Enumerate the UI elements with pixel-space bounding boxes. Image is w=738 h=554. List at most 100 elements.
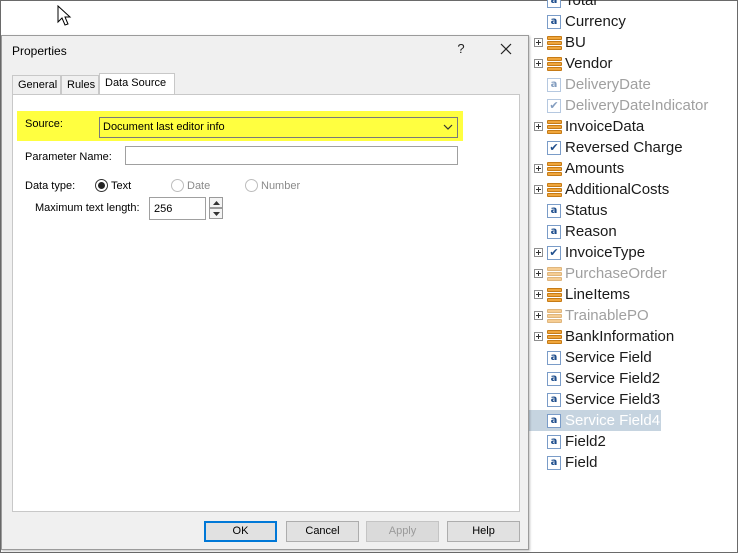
spin-down-icon	[213, 212, 220, 216]
spin-up-button[interactable]	[209, 197, 223, 208]
data-type-date-radio[interactable]	[171, 179, 184, 192]
group-icon	[547, 309, 562, 323]
close-icon[interactable]	[496, 38, 516, 60]
tree-item[interactable]: ✔ Reversed Charge	[529, 137, 738, 158]
tree-item[interactable]: Amounts	[529, 158, 738, 179]
tree-item[interactable]: a Service Field	[529, 347, 738, 368]
tree-item[interactable]: LineItems	[529, 284, 738, 305]
data-type-number-radio[interactable]	[245, 179, 258, 192]
text-field-icon: a	[547, 225, 561, 239]
mouse-cursor-icon	[57, 5, 72, 26]
data-type-date-label: Date	[187, 180, 211, 192]
tree-item-label: Service Field2	[565, 370, 661, 387]
expand-icon[interactable]	[534, 311, 543, 320]
text-field-icon: a	[547, 372, 561, 386]
text-field-icon: a	[547, 393, 561, 407]
help-icon[interactable]: ?	[454, 41, 468, 56]
source-dropdown[interactable]: Document last editor info	[99, 117, 458, 138]
spin-down-button[interactable]	[209, 208, 223, 219]
tree-item[interactable]: a Reason	[529, 221, 738, 242]
expand-icon[interactable]	[534, 248, 543, 257]
tree-item[interactable]: AdditionalCosts	[529, 179, 738, 200]
group-icon	[547, 183, 562, 197]
tree-item-label: Reason	[565, 223, 617, 240]
tree-item-label: InvoiceType	[565, 244, 646, 261]
tree-item-label: Field	[565, 454, 598, 471]
expand-icon[interactable]	[534, 290, 543, 299]
tab-rules[interactable]: Rules	[61, 75, 99, 95]
tree-item-label: PurchaseOrder	[565, 265, 667, 282]
expand-icon[interactable]	[534, 185, 543, 194]
tree-item[interactable]: a Currency	[529, 11, 738, 32]
tree-item-label: BankInformation	[565, 328, 675, 345]
tree-item[interactable]: ✔ DeliveryDateIndicator	[529, 95, 738, 116]
apply-button[interactable]: Apply	[366, 521, 439, 542]
tree-item[interactable]: TrainablePO	[529, 305, 738, 326]
group-icon	[547, 267, 562, 281]
tree-item-label: InvoiceData	[565, 118, 645, 135]
tree-item-label: TrainablePO	[565, 307, 649, 324]
field-tree[interactable]: a Total a Currency BU Vendor a DeliveryDate ✔ Del…	[529, 0, 738, 554]
tree-item[interactable]: BankInformation	[529, 326, 738, 347]
expand-icon[interactable]	[534, 38, 543, 47]
tree-item[interactable]: InvoiceData	[529, 116, 738, 137]
expand-icon[interactable]	[534, 332, 543, 341]
tree-item-label: Field2	[565, 433, 606, 450]
text-field-icon: a	[547, 351, 561, 365]
data-type-number-label: Number	[261, 180, 301, 192]
group-icon	[547, 36, 562, 50]
tree-item-label: Service Field3	[565, 391, 661, 408]
data-type-text-radio[interactable]	[95, 179, 108, 192]
tree-item[interactable]: a Service Field4	[529, 410, 738, 431]
text-field-icon: a	[547, 78, 561, 92]
text-field-icon: a	[547, 0, 561, 8]
tree-item[interactable]: PurchaseOrder	[529, 263, 738, 284]
tree-item[interactable]: a Field2	[529, 431, 738, 452]
tree-item-label: Service Field4	[565, 412, 661, 429]
max-length-label: Maximum text length:	[35, 202, 140, 214]
tab-general[interactable]: General	[12, 75, 61, 95]
tree-item-label: LineItems	[565, 286, 631, 303]
dialog-title: Properties	[12, 44, 67, 58]
data-type-text-label: Text	[111, 180, 132, 192]
checkbox-field-icon: ✔	[547, 246, 561, 260]
tree-item[interactable]: a Field	[529, 452, 738, 473]
tree-item-label: Vendor	[565, 55, 613, 72]
checkbox-field-icon: ✔	[547, 99, 561, 113]
tree-item-label: AdditionalCosts	[565, 181, 670, 198]
tree-item[interactable]: a Service Field2	[529, 368, 738, 389]
tree-item[interactable]: Vendor	[529, 53, 738, 74]
tree-item[interactable]: a DeliveryDate	[529, 74, 738, 95]
tree-item[interactable]: a Service Field3	[529, 389, 738, 410]
data-source-panel: Source: Document last editor info Parame…	[12, 94, 520, 512]
ok-button[interactable]: OK	[204, 521, 277, 542]
source-value: Document last editor info	[103, 121, 225, 133]
tree-item[interactable]: ✔ InvoiceType	[529, 242, 738, 263]
group-icon	[547, 57, 562, 71]
spin-up-icon	[213, 201, 220, 205]
group-icon	[547, 288, 562, 302]
tree-item[interactable]: a Status	[529, 200, 738, 221]
text-field-icon: a	[547, 204, 561, 218]
parameter-name-input[interactable]	[125, 146, 458, 165]
expand-icon[interactable]	[534, 164, 543, 173]
max-length-input[interactable]: 256	[149, 197, 206, 220]
tree-item-label: DeliveryDate	[565, 76, 651, 93]
help-button[interactable]: Help	[447, 521, 520, 542]
tree-item-label: BU	[565, 34, 586, 51]
cancel-button[interactable]: Cancel	[286, 521, 359, 542]
tree-item[interactable]: BU	[529, 32, 738, 53]
tree-item-label: Service Field	[565, 349, 652, 366]
chevron-down-icon	[443, 124, 453, 130]
group-icon	[547, 162, 562, 176]
group-icon	[547, 120, 562, 134]
expand-icon[interactable]	[534, 269, 543, 278]
source-label: Source:	[25, 118, 63, 130]
text-field-icon: a	[547, 15, 561, 29]
expand-icon[interactable]	[534, 59, 543, 68]
tab-data-source[interactable]: Data Source	[99, 73, 175, 96]
tree-item-label: DeliveryDateIndicator	[565, 97, 709, 114]
tree-item[interactable]: a Total	[529, 0, 738, 11]
expand-icon[interactable]	[534, 122, 543, 131]
text-field-icon: a	[547, 456, 561, 470]
